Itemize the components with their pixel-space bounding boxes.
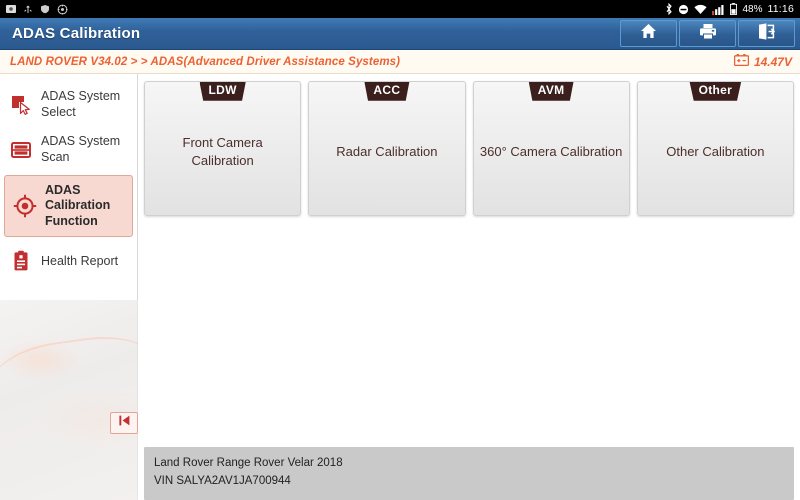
sidebar-item-health-report[interactable]: Health Report — [0, 239, 137, 283]
vehicle-info-panel: Land Rover Range Rover Velar 2018 VIN SA… — [144, 447, 794, 500]
android-status-bar: 48% 11:16 — [0, 0, 800, 18]
signal-icon — [712, 4, 725, 15]
calibration-card-avm[interactable]: AVM 360° Camera Calibration — [472, 81, 630, 216]
clock-label: 11:16 — [767, 3, 794, 15]
sidebar-item-adas-system-scan[interactable]: ADAS System Scan — [0, 127, 137, 172]
settings-icon — [57, 4, 68, 15]
calibration-card-other[interactable]: Other Other Calibration — [636, 81, 794, 216]
exit-button[interactable] — [738, 20, 795, 47]
home-icon — [640, 23, 657, 44]
printer-icon — [699, 23, 717, 45]
usb-debug-icon — [23, 4, 33, 14]
home-button[interactable] — [620, 20, 677, 47]
card-tag-badge: AVM — [528, 82, 574, 101]
status-bar-right-icons: 48% 11:16 — [665, 3, 794, 15]
collapse-sidebar-button[interactable] — [110, 412, 138, 434]
print-button[interactable] — [679, 20, 736, 47]
vehicle-name-label: Land Rover Range Rover Velar 2018 — [154, 457, 343, 470]
battery-percent-label: 48% — [742, 3, 763, 15]
dnd-icon — [678, 4, 689, 15]
card-label: 360° Camera Calibration — [479, 143, 623, 159]
card-label: Front Camera Calibration — [182, 134, 263, 168]
sidebar-item-label: ADAS System Select — [41, 89, 121, 119]
sidebar-vehicle-watermark — [0, 300, 138, 500]
main-content: LDW Front Camera Calibration ACC Radar C… — [138, 74, 800, 500]
voltage-label: 14.47V — [753, 54, 792, 69]
toolbar-buttons — [620, 20, 795, 47]
sidebar-item-adas-system-select[interactable]: ADAS System Select — [0, 82, 137, 127]
card-tag-badge: ACC — [364, 82, 410, 101]
calibration-card-grid: LDW Front Camera Calibration ACC Radar C… — [138, 74, 800, 216]
sidebar-item-label: ADAS Calibration Function — [45, 182, 111, 228]
breadcrumb[interactable]: LAND ROVER V34.02 > > ADAS(Advanced Driv… — [10, 56, 400, 68]
collapse-left-icon — [118, 414, 131, 432]
app-body: ADAS System Select ADAS System Scan ADAS… — [0, 74, 800, 500]
wifi-icon — [694, 4, 708, 15]
breadcrumb-bar: LAND ROVER V34.02 > > ADAS(Advanced Driv… — [0, 50, 800, 74]
clipboard-report-icon — [9, 249, 33, 273]
page-title: ADAS Calibration — [12, 25, 141, 42]
sidebar-item-label: ADAS System Scan — [41, 134, 121, 164]
voltage-indicator: 14.47V — [733, 53, 792, 71]
exit-icon — [758, 22, 776, 45]
scan-module-icon — [9, 138, 33, 162]
card-tag-badge: LDW — [199, 82, 246, 101]
app-title-bar: ADAS Calibration — [0, 18, 800, 50]
calibration-card-ldw[interactable]: LDW Front Camera Calibration — [144, 81, 302, 216]
status-bar-left-icons — [6, 4, 68, 15]
sidebar-items: ADAS System Select ADAS System Scan ADAS… — [0, 74, 137, 283]
sidebar-item-label: Health Report — [41, 253, 119, 268]
battery-voltage-icon — [733, 53, 750, 71]
crosshair-target-icon — [13, 194, 37, 218]
calibration-card-acc[interactable]: ACC Radar Calibration — [308, 81, 466, 216]
sidebar-item-adas-calibration-function[interactable]: ADAS Calibration Function — [4, 174, 133, 238]
sidebar: ADAS System Select ADAS System Scan ADAS… — [0, 74, 138, 500]
bluetooth-icon — [665, 3, 673, 15]
shield-icon — [40, 4, 50, 14]
battery-icon — [730, 3, 738, 15]
vehicle-vin-label: VIN SALYA2AV1JA700944 — [154, 475, 291, 488]
screenshot-icon — [6, 4, 16, 14]
card-label: Other Calibration — [666, 143, 765, 159]
card-label: Radar Calibration — [336, 143, 438, 159]
card-tag-badge: Other — [689, 82, 742, 101]
cursor-select-icon — [9, 93, 33, 117]
